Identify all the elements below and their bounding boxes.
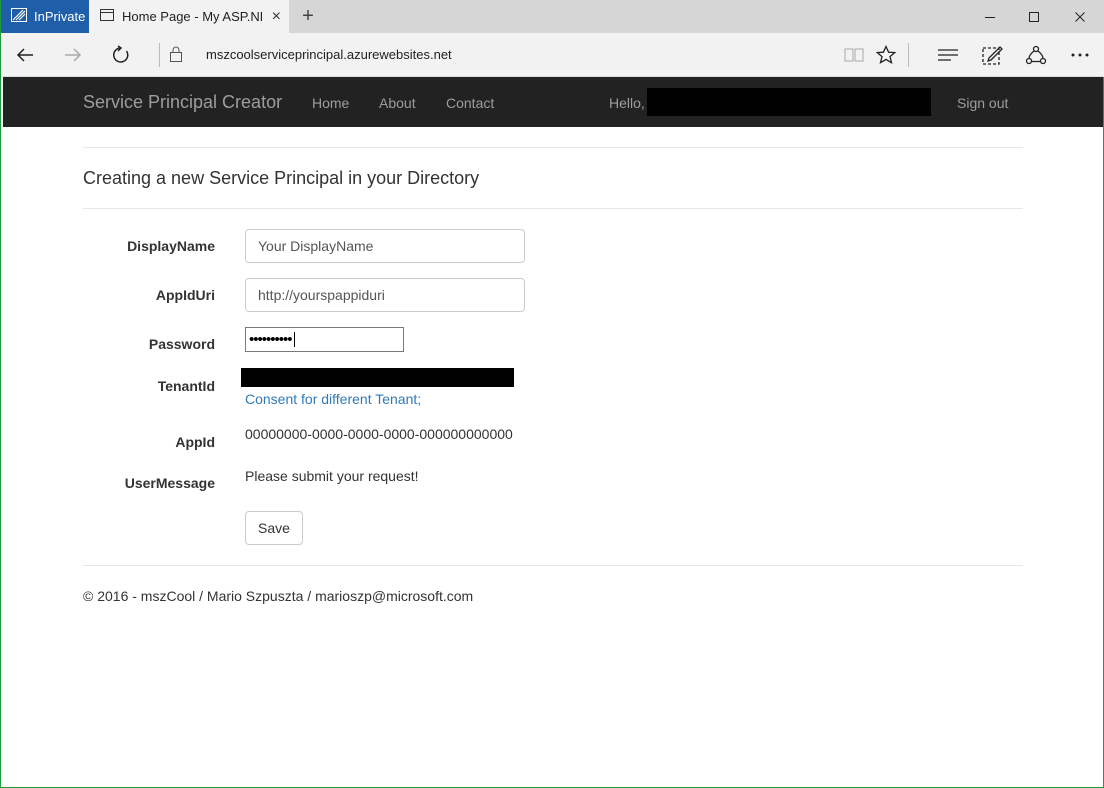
- hub-icon[interactable]: [926, 33, 970, 77]
- inprivate-icon: [11, 8, 34, 25]
- nav-home[interactable]: Home: [312, 95, 349, 111]
- page-title: Creating a new Service Principal in your…: [83, 168, 480, 188]
- browser-window: InPrivate Home Page - My ASP.NE × + mszc…: [0, 0, 1104, 788]
- text-caret: [293, 332, 295, 347]
- share-icon[interactable]: [1014, 33, 1058, 77]
- inprivate-badge[interactable]: InPrivate: [1, 0, 89, 33]
- site-navbar: Service Principal Creator Home About Con…: [3, 77, 1103, 127]
- tab-title: Home Page - My ASP.NE: [122, 9, 262, 24]
- nav-contact[interactable]: Contact: [446, 95, 494, 111]
- new-tab-icon[interactable]: +: [297, 5, 319, 27]
- displayname-input[interactable]: Your DisplayName: [245, 229, 525, 263]
- nav-signout[interactable]: Sign out: [957, 95, 1008, 111]
- appiduri-label: AppIdUri: [155, 287, 215, 303]
- lock-icon[interactable]: [169, 45, 183, 68]
- usermessage-label: UserMessage: [124, 475, 215, 491]
- divider: [83, 208, 1023, 209]
- redacted-tenantid: [241, 368, 514, 387]
- favorite-star-icon[interactable]: [864, 33, 908, 77]
- appid-label: AppId: [175, 434, 215, 450]
- consent-link[interactable]: Consent for different Tenant;: [245, 391, 421, 407]
- separator: [159, 43, 160, 67]
- brand-link[interactable]: Service Principal Creator: [83, 92, 282, 113]
- divider: [83, 147, 1023, 148]
- separator: [908, 43, 909, 67]
- footer-text: © 2016 - mszCool / Mario Szpuszta / mari…: [83, 588, 474, 604]
- divider: [83, 565, 1023, 566]
- password-label: Password: [148, 336, 215, 352]
- inprivate-label: InPrivate: [34, 9, 86, 24]
- usermessage-value: Please submit your request!: [245, 468, 419, 484]
- save-button[interactable]: Save: [245, 511, 303, 545]
- minimize-icon[interactable]: [967, 0, 1013, 33]
- more-icon[interactable]: [1058, 33, 1102, 77]
- tenantid-label: TenantId: [157, 378, 215, 394]
- maximize-icon[interactable]: [1011, 0, 1057, 33]
- redacted-username: [647, 88, 931, 116]
- password-input[interactable]: ••••••••••: [245, 327, 404, 352]
- web-note-icon[interactable]: [970, 33, 1014, 77]
- tab-close-icon[interactable]: ×: [272, 8, 281, 26]
- appiduri-input[interactable]: http://yourspappiduri: [245, 278, 525, 312]
- password-value: ••••••••••: [249, 331, 293, 348]
- close-icon[interactable]: [1057, 0, 1103, 33]
- appid-value: 00000000-0000-0000-0000-000000000000: [245, 426, 513, 442]
- hello-user[interactable]: Hello,: [609, 95, 645, 111]
- url-field[interactable]: mszcoolserviceprincipal.azurewebsites.ne…: [206, 47, 452, 62]
- refresh-icon[interactable]: [99, 33, 143, 77]
- nav-about[interactable]: About: [379, 95, 416, 111]
- tab-bar: InPrivate Home Page - My ASP.NE × +: [1, 0, 1104, 33]
- displayname-label: DisplayName: [127, 238, 215, 254]
- forward-icon[interactable]: [51, 33, 95, 77]
- back-icon[interactable]: [3, 33, 47, 77]
- page-icon: [100, 9, 114, 24]
- address-bar: mszcoolserviceprincipal.azurewebsites.ne…: [1, 33, 1104, 77]
- tab-home-page[interactable]: Home Page - My ASP.NE ×: [89, 0, 289, 33]
